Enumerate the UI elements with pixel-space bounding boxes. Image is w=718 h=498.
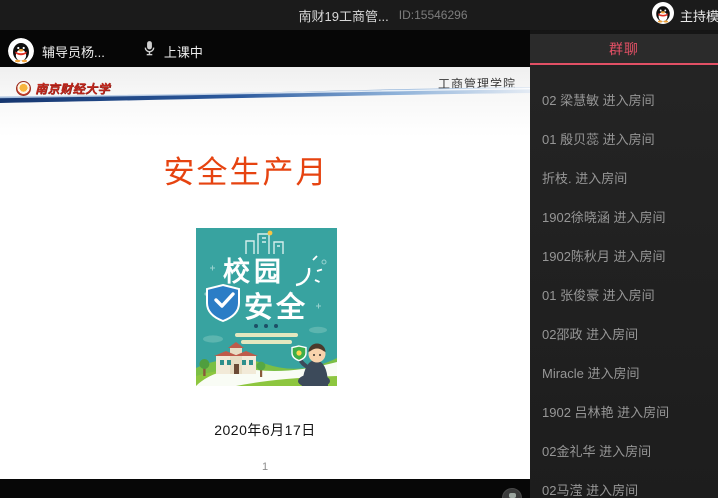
slide-page-number: 1 <box>0 461 530 473</box>
window-titlebar: 南财19工商管... ID:15546296 主持模式 <box>0 0 718 30</box>
host-mode-label: 主持模式 <box>680 6 718 25</box>
chat-message: 1902陈秋月 进入房间 <box>542 236 712 275</box>
presentation-slide: 工商管理学院 南京财经大学 安全生产月 <box>0 67 530 479</box>
bottom-strip <box>0 479 530 498</box>
tab-group-chat[interactable]: 群聊 <box>530 34 718 65</box>
group-chat-tab-label: 群聊 <box>609 39 639 59</box>
room-title: 南财19工商管... <box>298 6 388 25</box>
slide-title: 安全生产月 <box>0 147 511 192</box>
class-status-label: 上课中 <box>164 42 203 61</box>
chat-message: Miracle 进入房间 <box>542 353 712 392</box>
chat-message: 折枝. 进入房间 <box>542 158 712 197</box>
chat-message: 01 张俊豪 进入房间 <box>542 275 712 314</box>
microphone-icon <box>143 40 156 62</box>
qq-penguin-icon <box>652 2 674 29</box>
chat-message: 01 殷贝蕊 进入房间 <box>542 119 712 158</box>
floating-control-button[interactable] <box>502 488 522 498</box>
poster-line2: 安全 <box>244 290 308 324</box>
university-logo: 南京财经大学 <box>16 80 110 97</box>
chat-message: 02 梁慧敏 进入房间 <box>542 80 712 119</box>
slide-date: 2020年6月17日 <box>0 420 530 440</box>
university-emblem-icon <box>16 81 31 96</box>
poster-image: 校园 安全 <box>196 228 337 386</box>
chat-sidebar: 群聊 02 梁慧敏 进入房间 01 殷贝蕊 进入房间 折枝. 进入房间 1902… <box>530 30 718 498</box>
chat-message: 1902徐晓涵 进入房间 <box>542 197 712 236</box>
chat-message: 02马滢 进入房间 <box>542 470 712 498</box>
app-window: 南财19工商管... ID:15546296 主持模式 <box>0 0 718 498</box>
chat-message: 1902 吕林艳 进入房间 <box>542 392 712 431</box>
host-name: 辅导员杨... <box>42 42 105 61</box>
host-mode-button[interactable]: 主持模式 <box>652 0 718 30</box>
chat-message-list[interactable]: 02 梁慧敏 进入房间 01 殷贝蕊 进入房间 折枝. 进入房间 1902徐晓涵… <box>530 65 718 498</box>
poster-line1: 校园 <box>223 256 285 287</box>
chat-message: 02金礼华 进入房间 <box>542 431 712 470</box>
host-avatar[interactable] <box>8 38 34 64</box>
host-bar: 辅导员杨... 上课中 <box>0 30 530 67</box>
chat-message: 02邵政 进入房间 <box>542 314 712 353</box>
room-id: ID:15546296 <box>399 8 468 22</box>
university-name: 南京财经大学 <box>35 80 110 97</box>
